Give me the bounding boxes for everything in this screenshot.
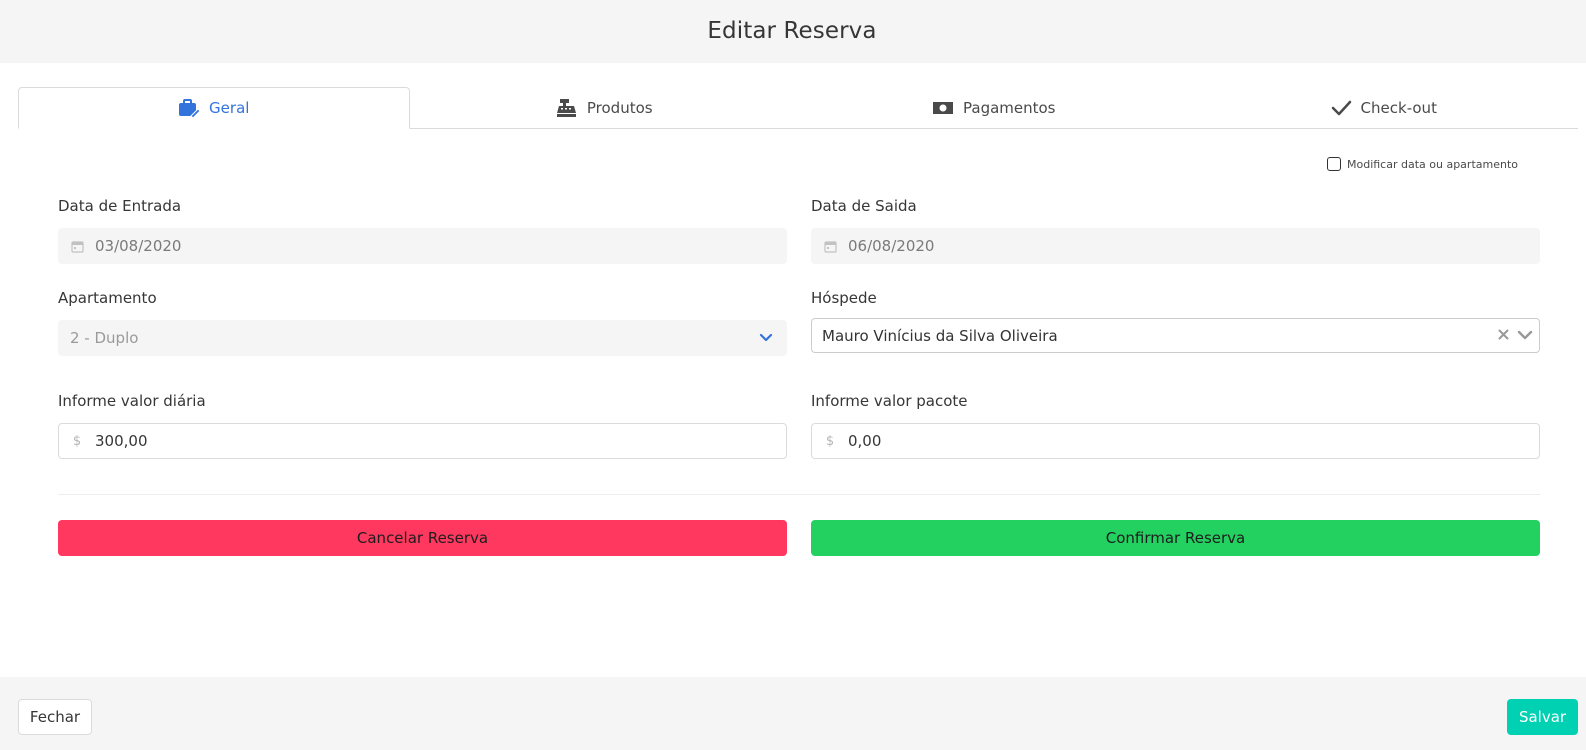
modal-title: Editar Reserva [707,18,877,44]
close-button[interactable]: Fechar [18,699,92,735]
cash-register-icon [556,98,578,118]
check-out-date-input[interactable]: 06/08/2020 [811,228,1540,264]
dollar-icon: $ [72,433,82,449]
package-rate-input[interactable]: $ 0,00 [811,423,1540,459]
confirm-reservation-button[interactable]: Confirmar Reserva [811,520,1540,556]
daily-rate-label: Informe valor diária [58,392,206,410]
guest-value: Mauro Vinícius da Silva Oliveira [822,326,1058,345]
chevron-down-icon[interactable] [1517,330,1533,341]
check-out-value: 06/08/2020 [848,237,935,255]
tab-label: Check-out [1360,99,1437,117]
package-rate-value: 0,00 [848,432,882,450]
tab-produtos[interactable]: Produtos [410,87,800,129]
modify-date-apartment-checkbox[interactable]: Modificar data ou apartamento [1326,157,1518,171]
tab-label: Geral [209,99,250,117]
modal-footer [0,677,1586,750]
modal-header: Editar Reserva [0,0,1586,63]
edit-reservation-modal: Editar Reserva Geral Produtos Pagamentos… [0,0,1586,750]
tab-pagamentos[interactable]: Pagamentos [799,87,1189,129]
save-button[interactable]: Salvar [1507,699,1578,735]
check-icon [1330,98,1352,118]
check-in-label: Data de Entrada [58,197,182,215]
tab-checkout[interactable]: Check-out [1189,87,1579,129]
divider [58,494,1540,495]
guest-select[interactable]: Mauro Vinícius da Silva Oliveira [811,318,1540,353]
dollar-icon: $ [825,433,835,449]
guest-label: Hóspede [811,289,877,307]
apartment-select[interactable]: 2 - Duplo [58,320,787,356]
briefcase-edit-icon [178,98,201,118]
checkbox[interactable] [1326,157,1341,171]
check-in-date-input[interactable]: 03/08/2020 [58,228,787,264]
clear-icon[interactable] [1498,327,1509,344]
checkbox-label: Modificar data ou apartamento [1346,157,1518,171]
package-rate-label: Informe valor pacote [811,392,968,410]
cancel-reservation-button[interactable]: Cancelar Reserva [58,520,787,556]
apartment-value: 2 - Duplo [70,329,139,347]
daily-rate-input[interactable]: $ 300,00 [58,423,787,459]
check-out-label: Data de Saida [811,197,917,215]
check-in-value: 03/08/2020 [95,237,182,255]
guest-select-actions [1498,327,1539,344]
daily-rate-value: 300,00 [95,432,148,450]
tab-label: Pagamentos [963,99,1056,117]
calendar-icon [59,240,95,253]
tab-label: Produtos [586,99,653,117]
money-bill-icon [932,98,954,118]
apartment-label: Apartamento [58,289,157,307]
tab-geral[interactable]: Geral [18,87,410,129]
tab-bar: Geral Produtos Pagamentos Check-out [18,87,1578,129]
calendar-icon [812,240,848,253]
chevron-down-icon [746,333,786,343]
